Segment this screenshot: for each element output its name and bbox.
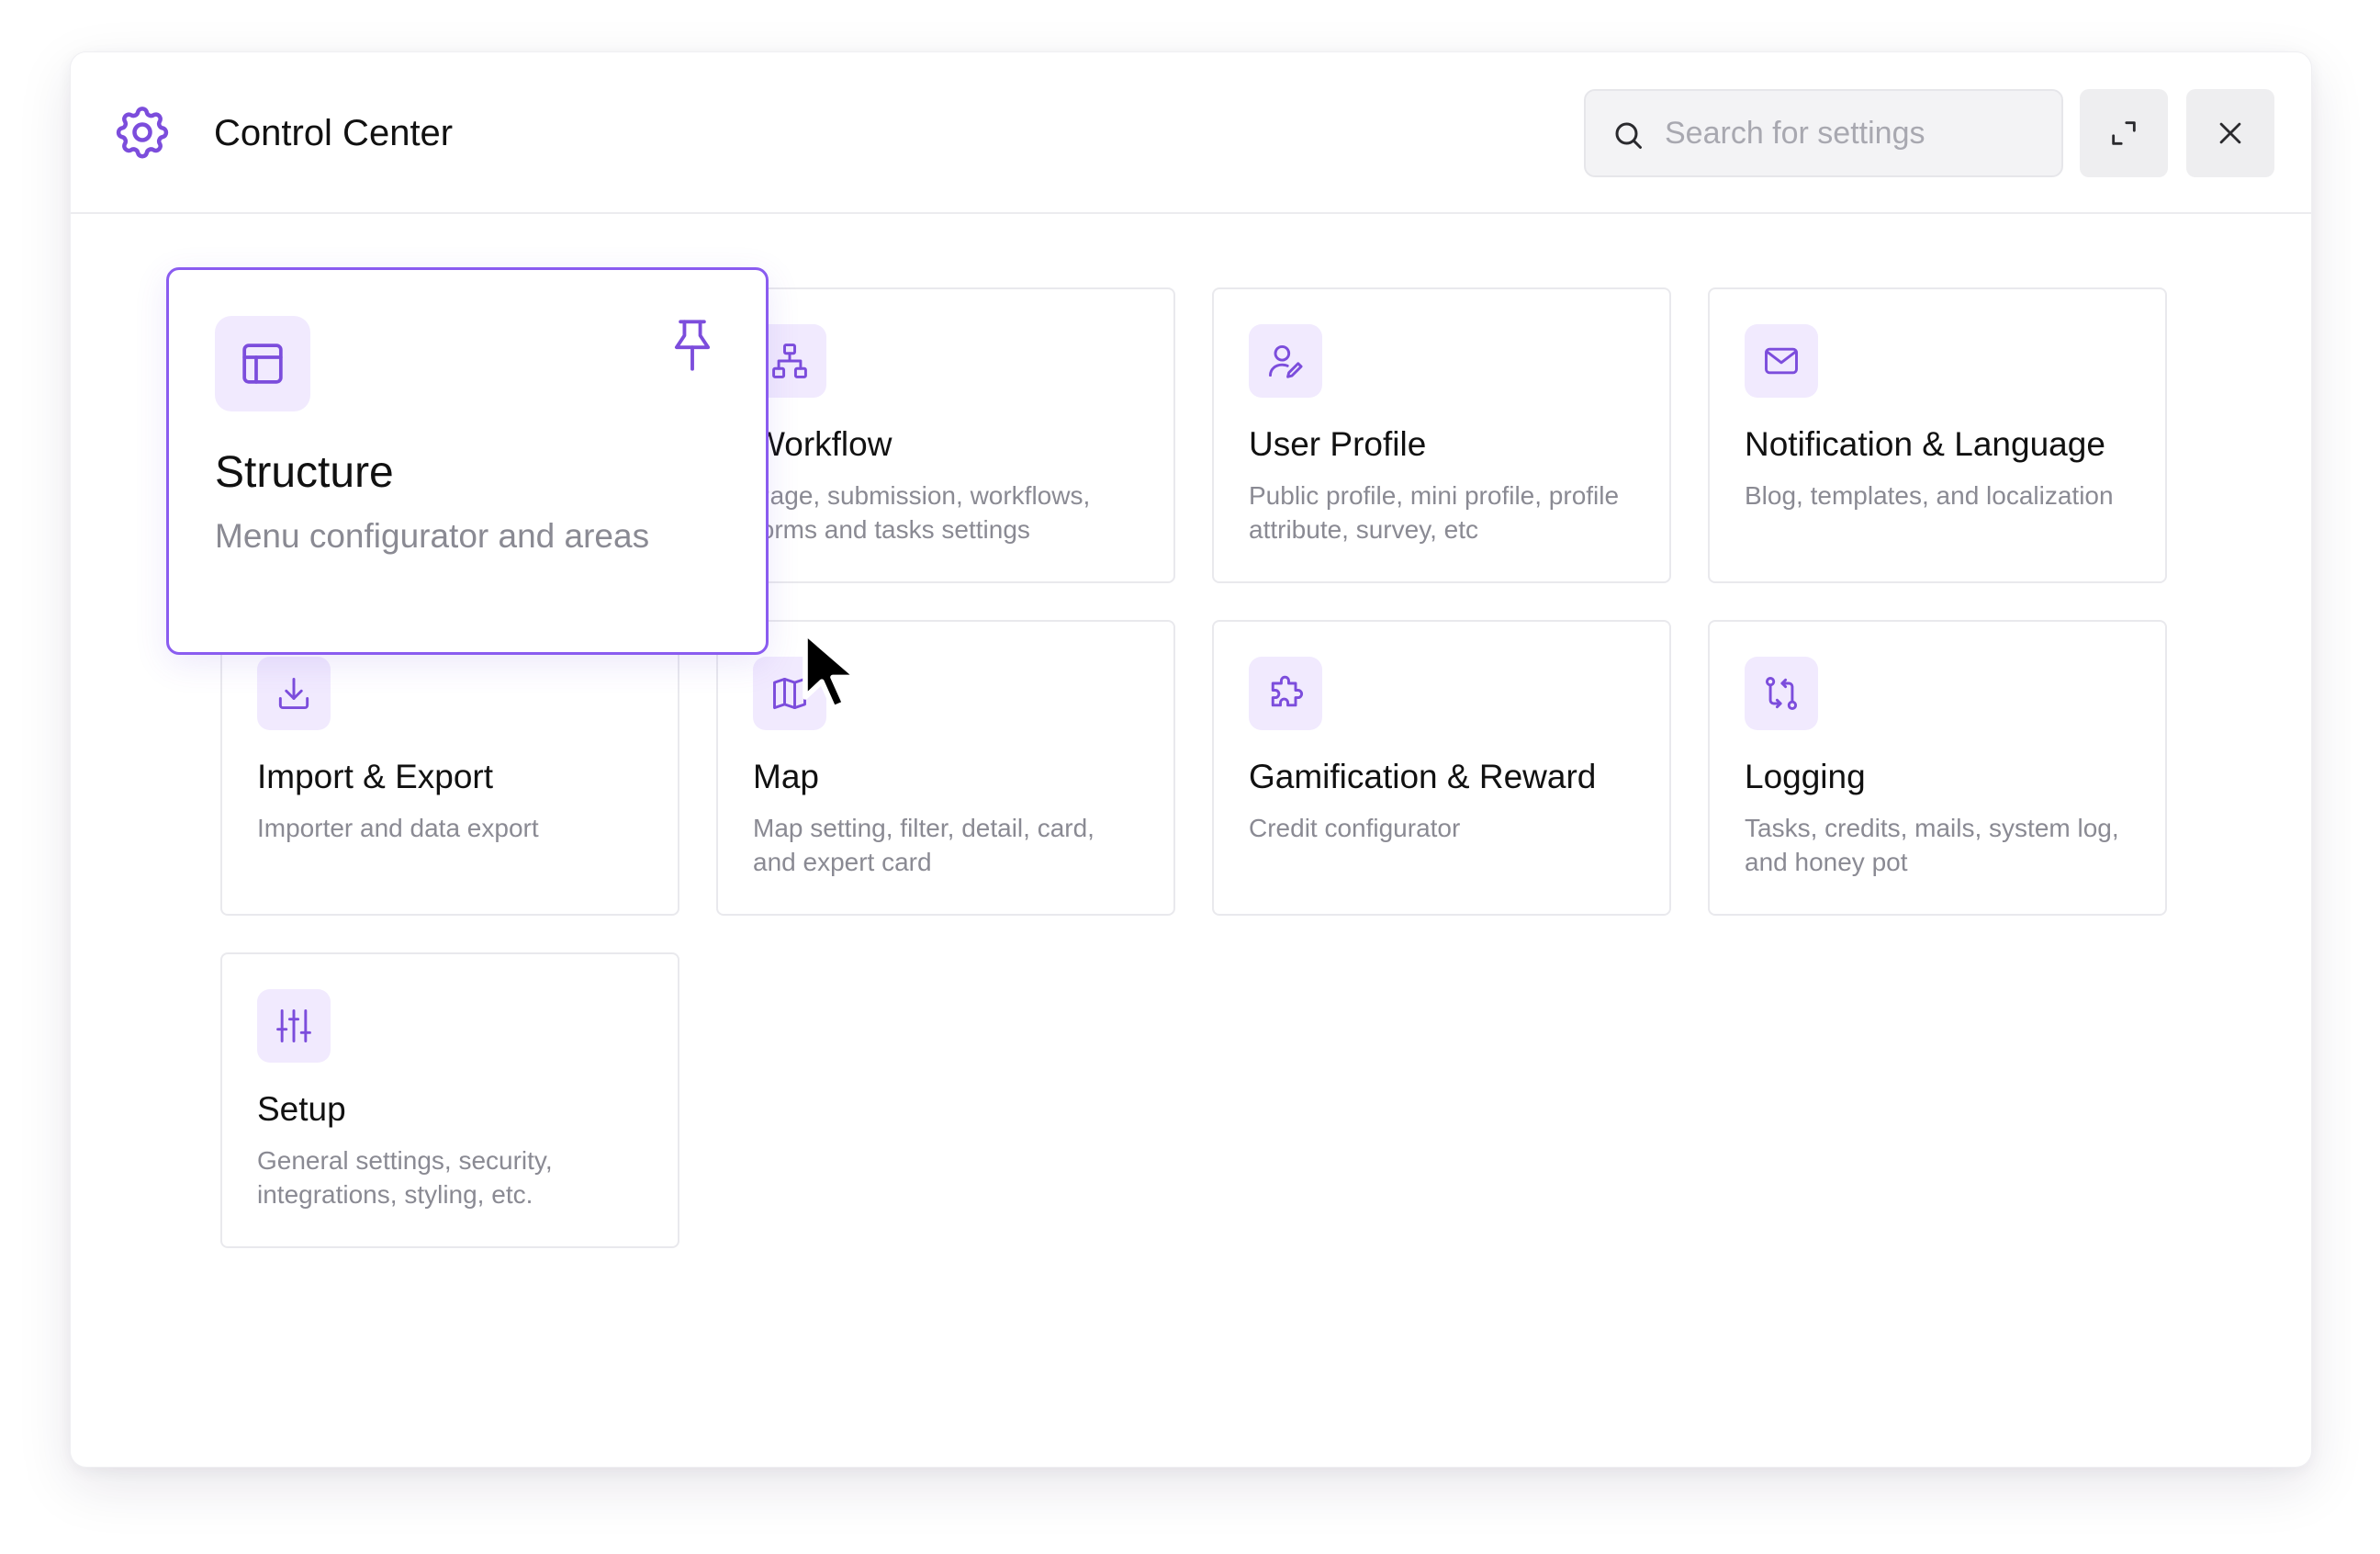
gear-icon	[116, 107, 169, 159]
settings-card-gamification-reward[interactable]: Gamification & Reward Credit configurato…	[1212, 620, 1671, 916]
settings-card-import-export[interactable]: Import & Export Importer and data export	[220, 620, 679, 916]
pin-icon[interactable]	[668, 318, 716, 373]
user-edit-icon	[1269, 344, 1303, 378]
card-icon-box	[215, 316, 310, 411]
card-icon-box	[257, 989, 331, 1063]
layout-icon	[242, 343, 283, 384]
search-icon	[1615, 122, 1642, 149]
card-description: General settings, security, integrations…	[257, 1146, 553, 1209]
settings-card-notification-language[interactable]: Notification & Language Blog, templates,…	[1708, 287, 2167, 583]
card-description: Tasks, credits, mails, system log, and h…	[1745, 814, 2119, 876]
settings-card-setup[interactable]: Setup General settings, security, integr…	[220, 952, 679, 1248]
card-description: Blog, templates, and localization	[1745, 481, 2114, 510]
card-title: Map	[753, 758, 819, 795]
card-title: Structure	[215, 448, 394, 497]
settings-card-map[interactable]: Map Map setting, filter, detail, card, a…	[716, 620, 1175, 916]
card-title: Import & Export	[257, 758, 494, 795]
card-icon-box	[1745, 324, 1818, 398]
search-input[interactable]	[1663, 91, 2049, 175]
card-title: Notification & Language	[1745, 425, 2105, 463]
settings-card-structure[interactable]: Structure Menu configurator and areas	[166, 267, 769, 655]
expand-button[interactable]	[2080, 89, 2168, 177]
settings-card-logging[interactable]: Logging Tasks, credits, mails, system lo…	[1708, 620, 2167, 916]
card-description: Credit configurator	[1249, 814, 1461, 842]
card-title: Gamification & Reward	[1249, 758, 1597, 795]
window-title: Control Center	[214, 113, 454, 153]
expand-icon	[2112, 121, 2136, 145]
mail-icon	[1765, 347, 1798, 375]
card-description: Map setting, filter, detail, card, and e…	[753, 814, 1095, 876]
sliders-icon	[276, 1009, 311, 1042]
git-compare-icon	[1765, 677, 1798, 710]
control-center-window: Control Center Search for settings Struc…	[70, 51, 2312, 1468]
card-description: Importer and data export	[257, 814, 539, 842]
settings-card-user-profile[interactable]: User Profile Public profile, mini profil…	[1212, 287, 1671, 583]
card-icon-box	[257, 657, 331, 730]
card-description: Page, submission, workflows, forms and t…	[753, 481, 1091, 544]
card-title: User Profile	[1249, 425, 1427, 463]
card-icon-box	[1249, 657, 1322, 730]
sitemap-icon	[772, 343, 807, 378]
card-title: Workflow	[753, 425, 892, 463]
card-icon-box	[1249, 324, 1322, 398]
download-icon	[278, 677, 309, 710]
puzzle-icon	[1271, 675, 1304, 707]
card-description: Public profile, mini profile, profile at…	[1249, 481, 1620, 544]
search-box[interactable]	[1584, 89, 2063, 177]
mouse-cursor-icon	[803, 630, 859, 711]
close-icon	[2219, 122, 2241, 144]
close-button[interactable]	[2186, 89, 2274, 177]
settings-card-workflow[interactable]: Workflow Page, submission, workflows, fo…	[716, 287, 1175, 583]
card-description: Menu configurator and areas	[215, 517, 650, 555]
card-title: Logging	[1745, 758, 1866, 795]
window-header: Control Center	[71, 52, 2311, 214]
card-title: Setup	[257, 1090, 346, 1128]
card-icon-box	[1745, 657, 1818, 730]
